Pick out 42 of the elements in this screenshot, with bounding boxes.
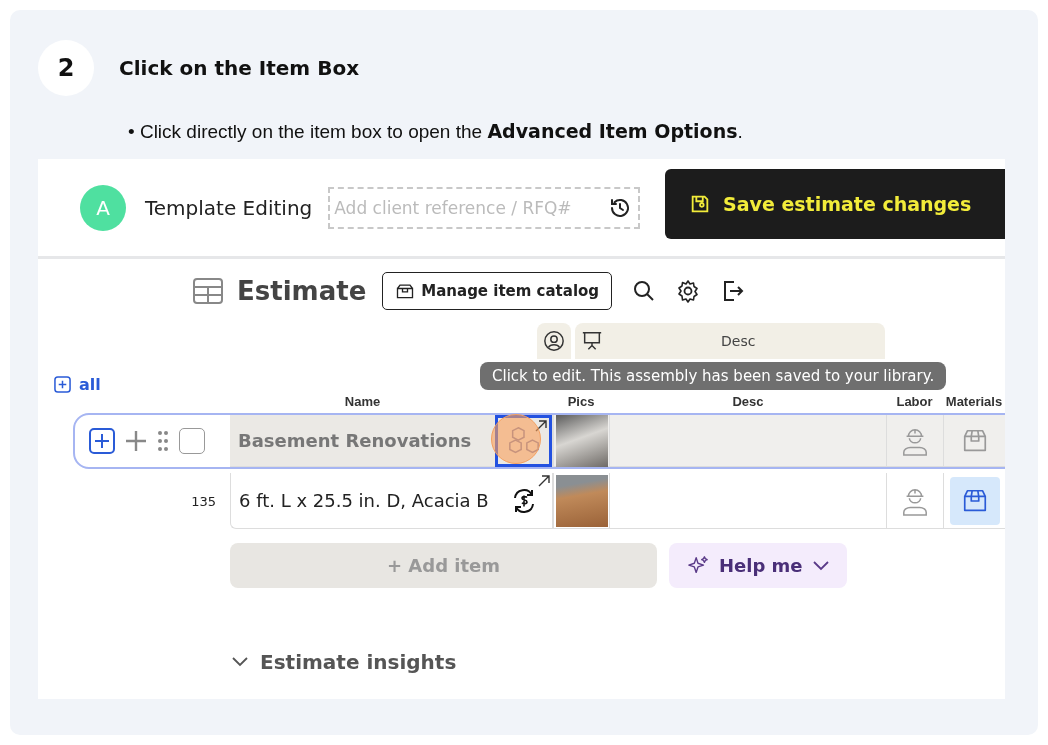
estimate-title: Estimate	[237, 276, 367, 306]
person-circle-icon	[543, 330, 565, 352]
reference-field[interactable]: Add client reference / RFQ#	[328, 186, 641, 229]
chevron-down-icon	[232, 657, 248, 667]
photo-placeholder	[555, 474, 608, 527]
save-estimate-button[interactable]: Save estimate changes	[665, 169, 1005, 239]
column-header: Name	[344, 394, 381, 409]
photo-placeholder	[555, 414, 608, 467]
selected-row[interactable]: Basement Renovations	[73, 413, 1005, 469]
manage-catalog-button[interactable]: Manage item catalog	[382, 272, 613, 310]
column-header: Materials	[945, 394, 1003, 409]
click-marker	[491, 414, 541, 464]
estimate-insights-toggle[interactable]: Estimate insights	[232, 650, 457, 674]
settings-icon[interactable]	[676, 279, 701, 303]
column-header: Labor	[896, 394, 933, 409]
name-cell[interactable]: 6 ft. L x 25.5 in. D, Acacia B	[230, 473, 495, 529]
tooltip: Click to edit. This assembly has been saved to your library.	[480, 362, 947, 390]
description-cell[interactable]	[610, 415, 886, 467]
table-icon	[193, 278, 223, 304]
row-checkbox[interactable]	[179, 428, 205, 454]
step-number: 2	[38, 40, 94, 96]
plus-icon[interactable]	[125, 430, 147, 452]
step-title: Click on the Item Box	[119, 56, 360, 80]
column-label: Desc	[721, 333, 756, 349]
column-header: Desc	[732, 394, 764, 409]
drag-handle-icon[interactable]	[157, 430, 169, 452]
presentation-icon[interactable]	[581, 330, 603, 352]
help-me-button[interactable]: Help me	[669, 543, 847, 588]
row-number: 135	[191, 493, 216, 509]
column-header: Pics	[567, 394, 595, 409]
materials-toggle[interactable]	[949, 476, 1000, 525]
arrow-icon	[538, 475, 550, 487]
chevron-down-icon	[812, 560, 829, 571]
plus-square-icon[interactable]	[89, 428, 115, 454]
name-cell[interactable]: Basement Renovations	[230, 415, 495, 467]
expand-all-button[interactable]: all	[54, 374, 101, 394]
template-title: Template Editing	[145, 195, 313, 220]
instruction-text: • Click directly on the item box to open the Advanced Item Options.	[128, 120, 744, 143]
table-row[interactable]: 135 6 ft. L x 25.5 in. D, Acacia B	[38, 473, 1005, 529]
column-toggle[interactable]	[537, 323, 571, 359]
arrow-icon	[535, 420, 547, 432]
plus-square-icon	[54, 375, 71, 393]
